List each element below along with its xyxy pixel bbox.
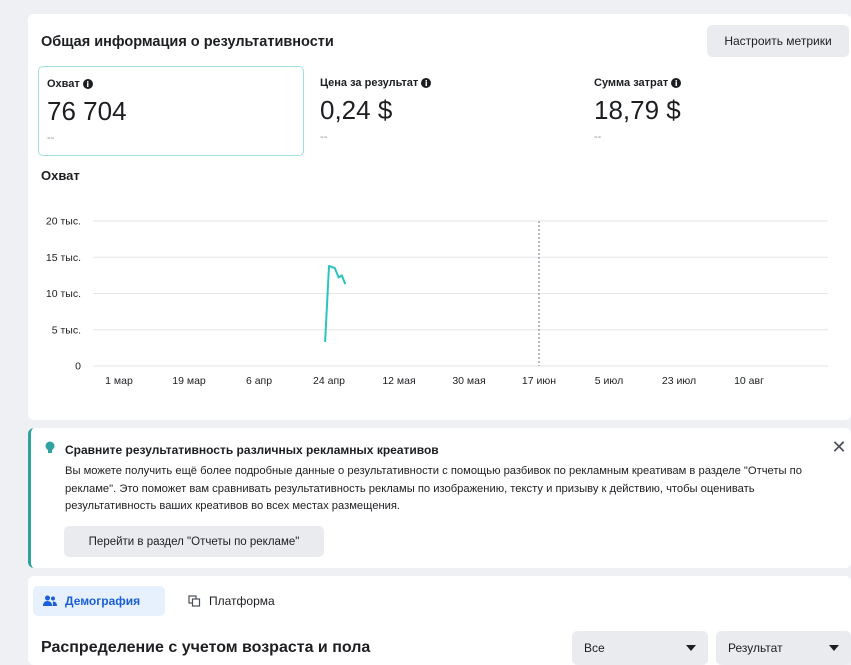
y-tick-label: 0 (75, 361, 81, 373)
chevron-down-icon (829, 645, 839, 651)
x-tick-label: 23 июл (662, 375, 696, 387)
tab-label: Платформа (209, 594, 275, 608)
tip-body: Вы можете получить ещё более подробные д… (65, 465, 802, 512)
dropdown-value: Все (584, 641, 605, 655)
overview-title: Общая информация о результативности (41, 34, 334, 50)
dropdown-value: Результат (728, 641, 783, 655)
x-tick-label: 6 апр (246, 375, 272, 387)
audience-filter-dropdown[interactable]: Все (572, 631, 708, 665)
lightbulb-icon (45, 441, 55, 453)
x-tick-label: 10 авг (734, 375, 764, 387)
chevron-down-icon (686, 645, 696, 651)
people-icon (43, 595, 57, 606)
x-tick-label: 19 мар (172, 375, 206, 387)
x-tick-label: 30 мая (452, 375, 485, 387)
tab-platform[interactable]: Платформа (178, 586, 285, 616)
breakdown-panel: Демография Платформа Распределение с уче… (28, 576, 851, 665)
y-tick-label: 5 тыс. (52, 324, 81, 336)
metric-label: Цена за результат (320, 77, 419, 89)
info-icon[interactable]: i (421, 78, 432, 88)
close-icon[interactable]: ✕ (829, 438, 849, 458)
customize-metrics-button[interactable]: Настроить метрики (707, 25, 849, 57)
metric-dropdown[interactable]: Результат (716, 631, 851, 665)
breakdown-title: Распределение с учетом возраста и пола (41, 639, 371, 656)
metric-card-reach[interactable]: Охват i 76 704 -- (38, 66, 304, 156)
y-tick-label: 15 тыс. (46, 252, 81, 264)
metric-value: 0,24 $ (320, 95, 393, 125)
x-tick-label: 17 июн (522, 375, 556, 387)
tip-title: Сравните результативность различных рекл… (65, 443, 439, 457)
reach-line-chart: 0 5 тыс. 10 тыс. 15 тыс. 20 тыс. 1 мар 19 мар 6… (46, 216, 828, 387)
creative-tip-panel: Сравните результативность различных рекл… (28, 428, 851, 568)
metric-card-cost-per-result[interactable]: Цена за результат i 0,24 $ -- (312, 66, 578, 156)
y-tick-label: 20 тыс. (46, 216, 81, 228)
chart-title: Охват (41, 168, 80, 183)
metric-delta: -- (47, 132, 55, 144)
x-tick-label: 1 мар (105, 375, 133, 387)
metric-label: Сумма затрат (594, 77, 669, 89)
x-tick-label: 5 июл (595, 375, 623, 387)
devices-icon (188, 595, 201, 607)
performance-overview-panel: Общая информация о результативности Наст… (28, 14, 851, 420)
reach-series-line (324, 265, 347, 343)
metric-delta: -- (594, 131, 602, 143)
metric-card-amount-spent[interactable]: Сумма затрат i 18,79 $ -- (586, 66, 851, 156)
tab-demographics[interactable]: Демография (33, 586, 165, 616)
metric-value: 76 704 (47, 96, 127, 126)
go-to-ad-reports-button[interactable]: Перейти в раздел "Отчеты по рекламе" (64, 526, 324, 557)
metric-label: Охват (47, 78, 80, 90)
info-icon[interactable]: i (82, 79, 93, 89)
x-tick-label: 24 апр (313, 375, 345, 387)
tab-label: Демография (65, 594, 141, 608)
y-tick-label: 10 тыс. (46, 288, 81, 300)
x-tick-label: 12 мая (382, 375, 415, 387)
info-icon[interactable]: i (671, 78, 682, 88)
metric-value: 18,79 $ (594, 95, 681, 125)
metric-delta: -- (320, 131, 328, 143)
